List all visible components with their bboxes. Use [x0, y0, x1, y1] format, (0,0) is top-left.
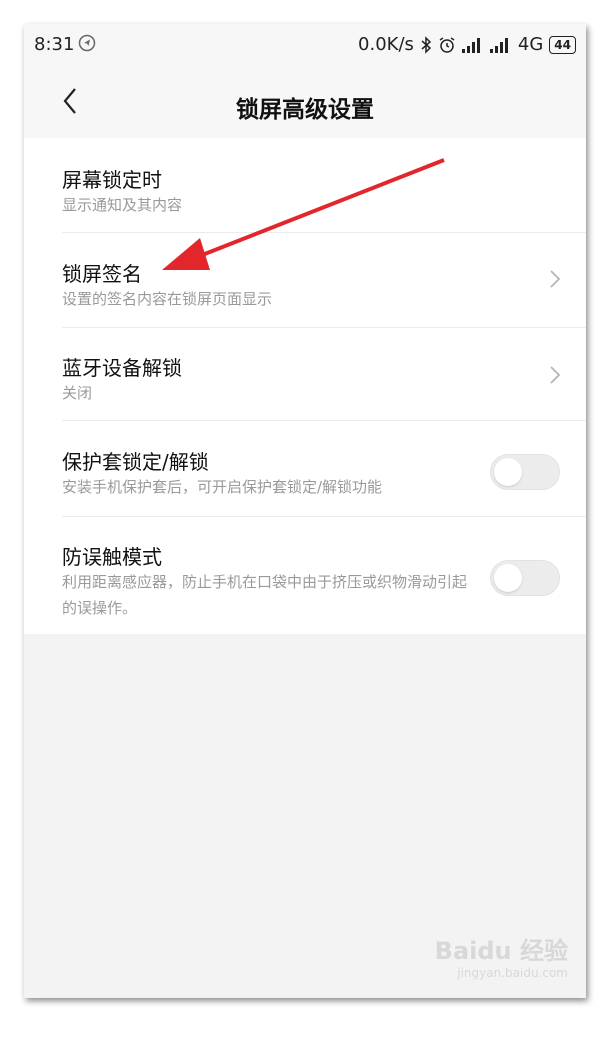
setting-subtitle: 安装手机保护套后，可开启保护套锁定/解锁功能: [62, 478, 383, 496]
toggle-knob: [494, 564, 522, 592]
setting-title: 蓝牙设备解锁: [62, 356, 182, 380]
setting-item-bluetooth-unlock[interactable]: 蓝牙设备解锁 关闭: [24, 328, 586, 420]
setting-item-anti-touch[interactable]: 防误触模式 利用距离感应器，防止手机在口袋中由于挤压或织物滑动引起的误操作。: [24, 517, 586, 634]
signal-icon-2: [489, 37, 508, 53]
watermark-sub: jingyan.baidu.com: [457, 966, 568, 980]
network-type: 4G: [517, 34, 544, 55]
chevron-right-icon: [550, 366, 561, 384]
setting-item-screen-lock[interactable]: 屏幕锁定时 显示通知及其内容: [24, 138, 586, 232]
chevron-right-icon: [550, 270, 561, 288]
alarm-icon: [439, 36, 455, 53]
navigation-icon: [78, 34, 96, 52]
anti-touch-toggle[interactable]: [490, 560, 560, 596]
bluetooth-icon: [421, 35, 431, 54]
setting-item-cover-lock[interactable]: 保护套锁定/解锁 安装手机保护套后，可开启保护套锁定/解锁功能: [24, 421, 586, 516]
settings-list: 屏幕锁定时 显示通知及其内容 锁屏签名 设置的签名内容在锁屏页面显示 蓝牙设备解…: [24, 138, 586, 634]
setting-subtitle: 设置的签名内容在锁屏页面显示: [62, 290, 273, 308]
network-speed: 0.0K/s: [358, 34, 414, 55]
page-header: 锁屏高级设置: [24, 68, 586, 138]
setting-subtitle: 关闭: [62, 384, 93, 402]
battery-indicator: 44: [549, 35, 576, 54]
setting-subtitle: 显示通知及其内容: [62, 196, 183, 214]
status-bar: 8:31 0.0K/s 4G 44: [24, 24, 586, 68]
setting-subtitle: 利用距离感应器，防止手机在口袋中由于挤压或织物滑动引起的误操作。: [62, 573, 468, 617]
status-right: 0.0K/s 4G 44: [358, 34, 576, 55]
watermark: Baidu 经验 jingyan.baidu.com: [435, 931, 568, 980]
page-title: 锁屏高级设置: [236, 97, 374, 123]
setting-item-lock-signature[interactable]: 锁屏签名 设置的签名内容在锁屏页面显示: [24, 233, 586, 327]
status-time: 8:31: [34, 34, 75, 55]
signal-icon: [461, 37, 480, 53]
setting-title: 防误触模式: [62, 545, 162, 569]
phone-screen: 8:31 0.0K/s 4G 44 锁屏高级设置 屏幕锁定时 显示通知及其内容 …: [24, 24, 586, 998]
setting-title: 锁屏签名: [62, 262, 142, 286]
toggle-knob: [494, 458, 522, 486]
setting-title: 屏幕锁定时: [62, 168, 162, 192]
setting-title: 保护套锁定/解锁: [62, 450, 209, 474]
watermark-main: Baidu 经验: [434, 937, 568, 965]
cover-lock-toggle[interactable]: [490, 454, 560, 490]
